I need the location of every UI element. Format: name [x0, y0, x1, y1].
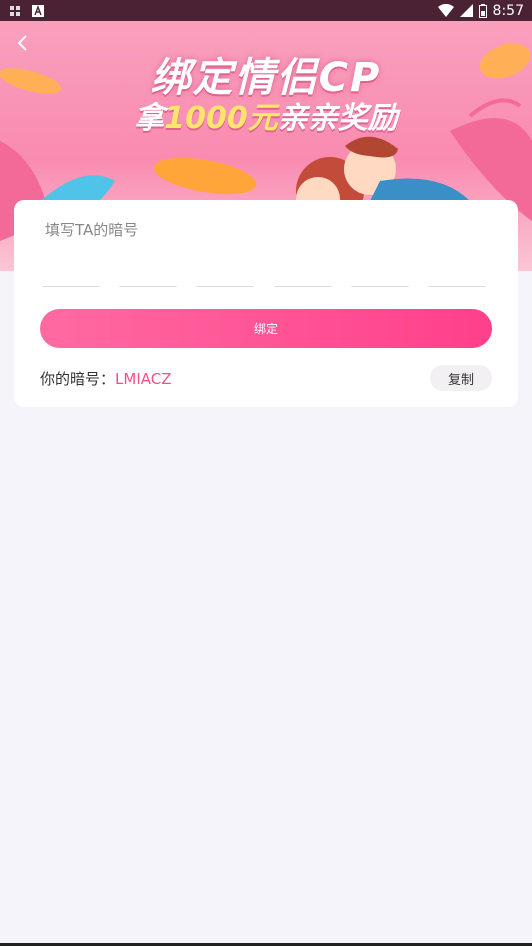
- copy-button[interactable]: 复制: [430, 365, 492, 391]
- app-notification-icon: [8, 4, 22, 18]
- bind-card: 填写TA的暗号 绑定 你的暗号：LMIACZ 复制: [14, 200, 518, 407]
- a-notification-icon: [32, 4, 44, 17]
- status-bar: 8:57: [0, 0, 532, 21]
- code-slot-4[interactable]: [273, 286, 332, 287]
- my-code-value: LMIACZ: [115, 370, 172, 388]
- code-slot-3[interactable]: [196, 286, 255, 287]
- battery-icon: [478, 3, 487, 18]
- bind-button[interactable]: 绑定: [40, 309, 492, 348]
- code-slot-2[interactable]: [119, 286, 178, 287]
- code-slot-1[interactable]: [42, 286, 100, 287]
- partner-code-input[interactable]: [42, 286, 486, 287]
- wifi-icon: [437, 4, 454, 17]
- my-code-label: 你的暗号：: [40, 370, 116, 388]
- banner-subtitle-suffix: 亲亲奖励: [277, 101, 398, 136]
- my-code: 你的暗号：LMIACZ: [40, 368, 172, 389]
- code-slot-5[interactable]: [350, 286, 409, 287]
- code-slot-6[interactable]: [427, 286, 486, 287]
- banner-subtitle: 拿1000元亲亲奖励: [0, 93, 532, 137]
- partner-code-label: 填写TA的暗号: [45, 221, 139, 239]
- signal-icon: [459, 4, 473, 17]
- banner-subtitle-amount: 1000元: [164, 101, 278, 136]
- banner-subtitle-prefix: 拿: [134, 101, 165, 136]
- status-time: 8:57: [492, 2, 524, 19]
